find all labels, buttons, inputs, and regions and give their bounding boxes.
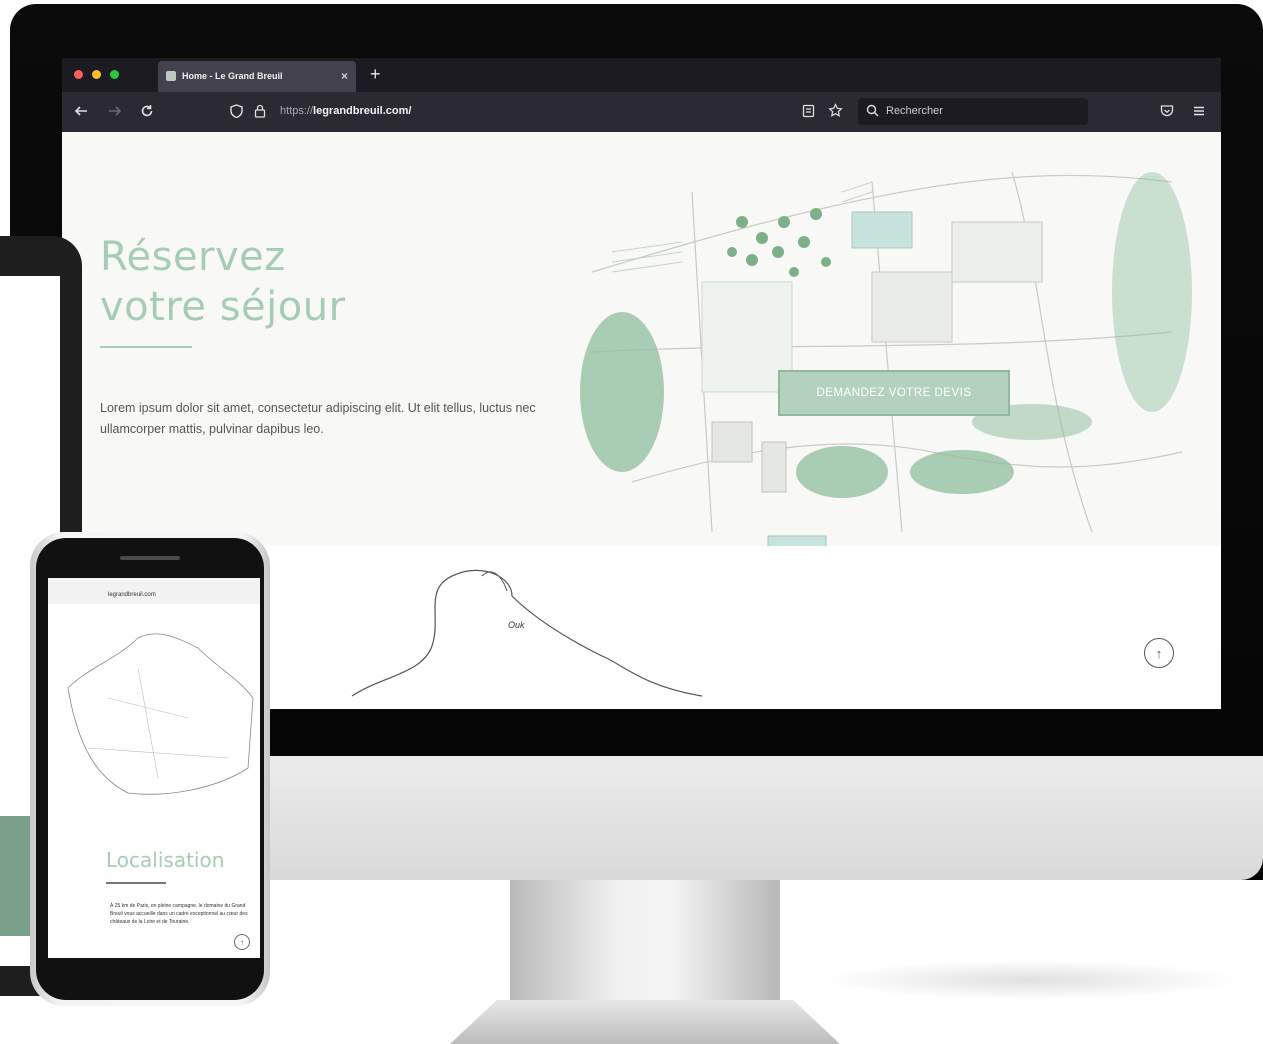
maximize-window-dot[interactable]: [110, 70, 119, 79]
reload-icon[interactable]: [140, 104, 154, 121]
estate-watercolor-map: [580, 171, 1192, 551]
phone-divider: [106, 882, 166, 884]
hero-divider: [100, 346, 192, 348]
navigation-bar: https://legrandbreuil.com/ Rechercher: [62, 92, 1221, 132]
url-text: https://legrandbreuil.com/: [280, 105, 411, 117]
reader-icon[interactable]: [802, 104, 815, 121]
shield-icon[interactable]: [230, 104, 243, 121]
phone-speaker: [120, 556, 180, 560]
phone-region-map: [67, 633, 254, 795]
scroll-to-top-button[interactable]: ↑: [1144, 638, 1174, 668]
url-bar[interactable]: https://legrandbreuil.com/: [222, 98, 852, 125]
tab-bar: Home - Le Grand Breuil × +: [62, 58, 1221, 92]
search-icon: [866, 104, 879, 120]
hero-title-line2: votre séjour: [100, 284, 346, 330]
url-domain: legrandbreuil.com/: [313, 105, 412, 117]
tab-title: Home - Le Grand Breuil: [182, 71, 283, 81]
menu-icon[interactable]: [1192, 104, 1206, 121]
phone-status-bar: legrandbreuil.com: [48, 578, 260, 604]
request-quote-button[interactable]: DEMANDEZ VOTRE DEVIS: [778, 370, 1010, 416]
back-arrow-icon[interactable]: [74, 104, 88, 121]
bookmark-star-icon[interactable]: [828, 103, 843, 121]
imac-shadow: [820, 960, 1240, 1000]
favicon-icon: [166, 71, 176, 81]
phone-bezel: legrandbreuil.com Localisation À 25 km d…: [36, 538, 264, 1000]
phone-scroll-top-button[interactable]: ↑: [234, 934, 250, 950]
close-window-dot[interactable]: [74, 70, 83, 79]
map-label: Ouk: [508, 620, 525, 630]
phone-body-text: À 25 km de Paris, en pleine campagne, le…: [110, 903, 248, 925]
url-prefix: https://: [280, 105, 314, 117]
imac-stand: [510, 880, 780, 1010]
minimize-window-dot[interactable]: [92, 70, 101, 79]
phone-screen: legrandbreuil.com Localisation À 25 km d…: [48, 578, 260, 958]
search-input[interactable]: Rechercher: [886, 105, 943, 117]
imac-stand-foot: [450, 1000, 840, 1044]
forward-arrow-icon[interactable]: [108, 104, 122, 121]
tab-home[interactable]: Home - Le Grand Breuil ×: [158, 61, 356, 92]
pocket-icon[interactable]: [1160, 104, 1174, 121]
search-bar[interactable]: Rechercher: [858, 98, 1088, 125]
new-tab-button[interactable]: +: [370, 64, 381, 85]
lock-icon[interactable]: [254, 104, 266, 121]
tab-close-icon[interactable]: ×: [341, 69, 348, 83]
phone-section-title: Localisation: [106, 848, 225, 872]
hero-title-line1: Réservez: [100, 234, 286, 280]
phone-url: legrandbreuil.com: [108, 592, 156, 598]
phone-device: legrandbreuil.com Localisation À 25 km d…: [30, 532, 270, 1006]
hero-body-text: Lorem ipsum dolor sit amet, consectetur …: [100, 401, 536, 436]
